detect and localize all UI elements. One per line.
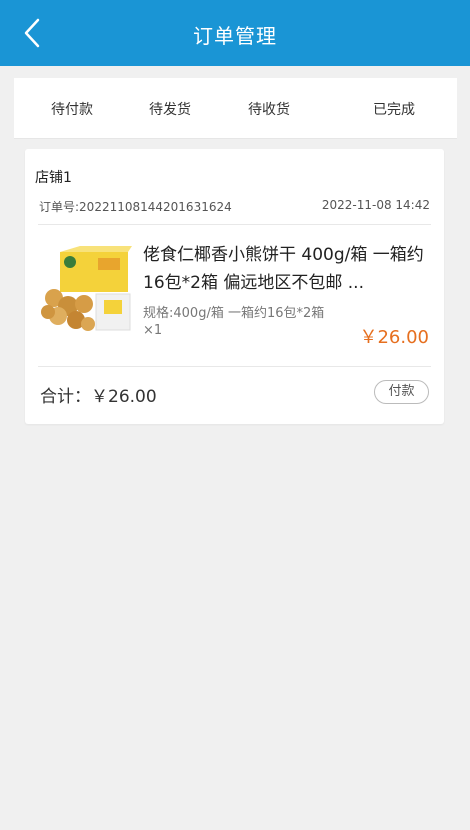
shop-name: 店铺1 <box>35 170 72 186</box>
divider <box>38 366 431 367</box>
tab-pending-payment[interactable]: 待付款 <box>51 99 93 119</box>
order-tabs: 待付款 待发货 待收货 已完成 <box>14 78 457 139</box>
order-total: 合计：￥26.00 <box>40 387 157 407</box>
tab-completed[interactable]: 已完成 <box>373 99 415 119</box>
pay-button[interactable]: 付款 <box>374 380 429 404</box>
page-title: 订单管理 <box>193 24 277 48</box>
product-price: ￥26.00 <box>359 327 429 348</box>
order-time: 2022-11-08 14:42 <box>321 198 430 212</box>
tab-pending-shipment[interactable]: 待发货 <box>149 99 191 119</box>
order-card[interactable]: 店铺1 订单号:20221108144201631624 2022-11-08 … <box>25 149 444 424</box>
product-quantity: ×1 <box>143 323 163 338</box>
header-bar: 订单管理 <box>0 0 470 66</box>
divider <box>38 224 431 225</box>
product-spec: 规格:400g/箱 一箱约16包*2箱 <box>143 306 325 321</box>
product-image[interactable] <box>40 246 132 334</box>
tab-pending-receipt[interactable]: 待收货 <box>248 99 290 119</box>
product-name[interactable]: 佬食仁椰香小熊饼干 400g/箱 一箱约16包*2箱 偏远地区不包邮 ... <box>143 241 433 297</box>
order-number: 订单号:20221108144201631624 <box>39 200 232 214</box>
